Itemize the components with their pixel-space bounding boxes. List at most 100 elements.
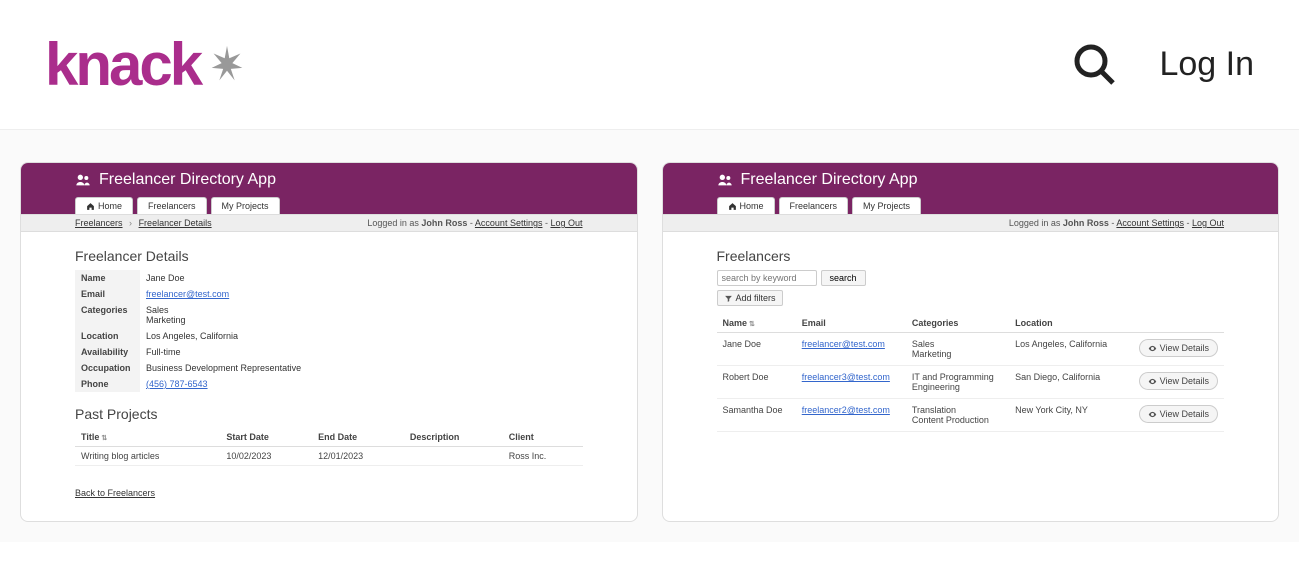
section-title-past-projects: Past Projects: [75, 406, 583, 422]
col-desc[interactable]: Description: [404, 428, 503, 447]
sep1: -: [467, 218, 475, 228]
logout-link[interactable]: Log Out: [1192, 218, 1224, 228]
crumb-row: Logged in as John Ross - Account Setting…: [663, 214, 1279, 232]
col-end[interactable]: End Date: [312, 428, 404, 447]
tab-home-label: Home: [98, 201, 122, 211]
crumb-details[interactable]: Freelancer Details: [139, 218, 212, 228]
projects-table: Title⇅ Start Date End Date Description C…: [75, 428, 583, 466]
value-phone[interactable]: (456) 787-6543: [146, 379, 208, 389]
value-location: Los Angeles, California: [140, 328, 583, 344]
col-title[interactable]: Title⇅: [75, 428, 220, 447]
label-name: Name: [75, 270, 140, 286]
tab-freelancers-label: Freelancers: [148, 201, 196, 211]
tab-freelancers[interactable]: Freelancers: [137, 197, 207, 214]
cell-email[interactable]: freelancer@test.com: [802, 339, 885, 349]
view-details-label: View Details: [1160, 409, 1209, 419]
crumb-freelancers[interactable]: Freelancers: [75, 218, 123, 228]
tab-home-label: Home: [740, 201, 764, 211]
account-settings-link[interactable]: Account Settings: [475, 218, 543, 228]
value-name: Jane Doe: [140, 270, 583, 286]
table-row: Writing blog articles 10/02/2023 12/01/2…: [75, 447, 583, 466]
top-actions: Log In: [1071, 41, 1254, 89]
view-details-button[interactable]: View Details: [1139, 339, 1218, 357]
label-phone: Phone: [75, 376, 140, 392]
label-availability: Availability: [75, 344, 140, 360]
logged-in-prefix: Logged in as: [367, 218, 421, 228]
col-start[interactable]: Start Date: [220, 428, 312, 447]
add-filters-button[interactable]: Add filters: [717, 290, 783, 306]
col-location[interactable]: Location: [1009, 314, 1123, 333]
value-email[interactable]: freelancer@test.com: [146, 289, 229, 299]
view-details-button[interactable]: View Details: [1139, 372, 1218, 390]
tab-home[interactable]: Home: [717, 197, 775, 214]
search-input[interactable]: [717, 270, 817, 286]
col-categories[interactable]: Categories: [906, 314, 1009, 333]
cell-location: San Diego, California: [1009, 366, 1123, 399]
cell-desc: [404, 447, 503, 466]
cell-name: Jane Doe: [717, 333, 796, 366]
value-occupation: Business Development Representative: [140, 360, 583, 376]
col-name[interactable]: Name⇅: [717, 314, 796, 333]
cell-title: Writing blog articles: [75, 447, 220, 466]
freelancers-table: Name⇅ Email Categories Location Jane Doe…: [717, 314, 1225, 432]
app-title: Freelancer Directory App: [741, 171, 918, 189]
panel-freelancer-details: Freelancer Directory App Home Freelancer…: [20, 162, 638, 522]
tab-projects[interactable]: My Projects: [211, 197, 280, 214]
cell-location: Los Angeles, California: [1009, 333, 1123, 366]
users-icon: [717, 172, 733, 188]
section-title-details: Freelancer Details: [75, 248, 583, 264]
tab-freelancers-label: Freelancers: [790, 201, 838, 211]
view-details-label: View Details: [1160, 376, 1209, 386]
logged-in-user: John Ross: [1063, 218, 1109, 228]
col-client[interactable]: Client: [503, 428, 583, 447]
cell-location: New York City, NY: [1009, 399, 1123, 432]
value-categories: SalesMarketing: [140, 302, 583, 328]
account-settings-link[interactable]: Account Settings: [1116, 218, 1184, 228]
tab-projects[interactable]: My Projects: [852, 197, 921, 214]
col-email[interactable]: Email: [796, 314, 906, 333]
cell-name: Robert Doe: [717, 366, 796, 399]
app-tabs: Home Freelancers My Projects: [663, 197, 1279, 214]
cell-name: Samantha Doe: [717, 399, 796, 432]
cell-email[interactable]: freelancer2@test.com: [802, 405, 890, 415]
eye-icon: [1148, 410, 1157, 419]
logged-in-prefix: Logged in as: [1009, 218, 1063, 228]
sort-icon: ⇅: [749, 321, 755, 328]
asterisk-icon: [204, 42, 250, 88]
brand-logo[interactable]: knack: [45, 30, 250, 99]
left-content: Freelancer Details NameJane Doe Email fre…: [21, 232, 637, 509]
sep2: -: [1184, 218, 1192, 228]
search-button[interactable]: search: [821, 270, 866, 286]
tab-home[interactable]: Home: [75, 197, 133, 214]
cell-email[interactable]: freelancer3@test.com: [802, 372, 890, 382]
logout-link[interactable]: Log Out: [550, 218, 582, 228]
breadcrumb: Freelancers › Freelancer Details: [75, 218, 212, 228]
details-table: NameJane Doe Emailfreelancer@test.com Ca…: [75, 270, 583, 392]
brand-text: knack: [45, 30, 200, 99]
login-status: Logged in as John Ross - Account Setting…: [367, 218, 582, 228]
users-icon: [75, 172, 91, 188]
value-availability: Full-time: [140, 344, 583, 360]
app-title: Freelancer Directory App: [99, 171, 276, 189]
top-bar: knack Log In: [0, 0, 1299, 130]
tab-projects-label: My Projects: [222, 201, 269, 211]
tab-freelancers[interactable]: Freelancers: [779, 197, 849, 214]
label-location: Location: [75, 328, 140, 344]
cell-client: Ross Inc.: [503, 447, 583, 466]
panel-freelancers-list: Freelancer Directory App Home Freelancer…: [662, 162, 1280, 522]
view-details-label: View Details: [1160, 343, 1209, 353]
login-link[interactable]: Log In: [1159, 45, 1254, 84]
panels: Freelancer Directory App Home Freelancer…: [0, 130, 1299, 542]
add-filters-label: Add filters: [736, 293, 776, 303]
logged-in-user: John Ross: [421, 218, 467, 228]
tab-projects-label: My Projects: [863, 201, 910, 211]
back-to-freelancers-link[interactable]: Back to Freelancers: [75, 488, 155, 498]
search-icon[interactable]: [1071, 41, 1119, 89]
crumb-row: Freelancers › Freelancer Details Logged …: [21, 214, 637, 232]
cell-categories: SalesMarketing: [906, 333, 1009, 366]
app-header: Freelancer Directory App: [663, 163, 1279, 197]
label-email: Email: [75, 286, 140, 302]
app-tabs: Home Freelancers My Projects: [21, 197, 637, 214]
table-row: Samantha Doe freelancer2@test.com Transl…: [717, 399, 1225, 432]
view-details-button[interactable]: View Details: [1139, 405, 1218, 423]
